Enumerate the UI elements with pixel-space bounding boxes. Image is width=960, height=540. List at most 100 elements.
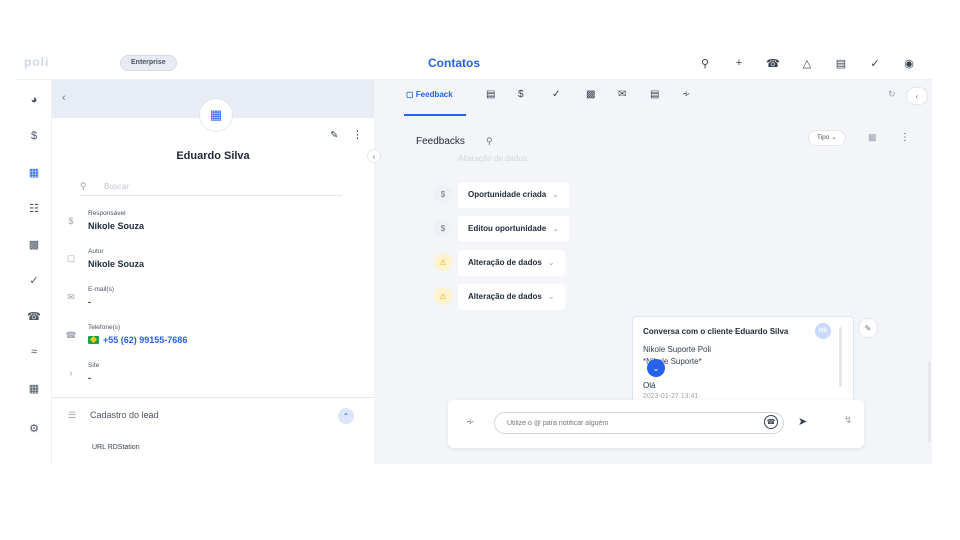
edit-box-icon: ☐ — [66, 254, 76, 264]
lightning-icon[interactable]: ↯ — [844, 415, 852, 426]
phone-icon[interactable]: ☎ — [16, 306, 52, 326]
contact-search[interactable]: ⚲ Buscar — [80, 178, 342, 196]
refresh-icon[interactable]: ↻ — [888, 89, 896, 100]
dollar-icon: $ — [434, 185, 452, 203]
scroll-down-button[interactable]: ⌄ — [647, 359, 665, 377]
chevron-down-icon: ⌄ — [552, 224, 559, 233]
dollar-icon: $ — [434, 219, 452, 237]
pie-chart-icon[interactable]: ◕ — [16, 90, 52, 110]
chevron-down-icon: ⌄ — [552, 190, 559, 199]
field-label: Telefone(s) — [88, 324, 121, 331]
field-telefone: ☎ Telefone(s) +55 (62) 99155-7686 — [64, 322, 344, 356]
note-icon[interactable]: ✎ — [858, 318, 878, 338]
message-text: Olá — [643, 381, 656, 390]
list-icon: ☰ — [68, 410, 77, 420]
field-site: › Site - — [64, 360, 344, 394]
field-label: Autor — [88, 248, 104, 255]
contact-name: Eduardo Silva — [176, 150, 250, 162]
field-value: - — [88, 373, 91, 383]
lead-field-label: URL RDStation — [92, 444, 140, 451]
gear-icon[interactable]: ⚙ — [16, 418, 52, 438]
calendar-icon[interactable]: ▩ — [16, 234, 52, 254]
brazil-flag-icon — [88, 336, 99, 344]
chevron-down-icon: ⌄ — [547, 258, 555, 267]
clipboard-icon[interactable]: ▤ — [650, 89, 659, 100]
bell-icon[interactable]: △ — [790, 53, 824, 73]
phone-icon: ☎ — [65, 330, 77, 340]
expand-panel-button[interactable]: ‹ — [906, 87, 928, 105]
search-icon[interactable]: ⚲ — [486, 136, 493, 147]
back-chevron-icon[interactable]: ‹ — [62, 92, 66, 104]
tab-label: Feedback — [415, 90, 453, 99]
kanban-icon[interactable]: ☷ — [16, 198, 52, 218]
faded-event: Alteração de dados — [458, 154, 527, 163]
more-vertical-icon[interactable]: ⋮ — [352, 128, 363, 141]
attachment-icon[interactable]: ∻ — [682, 89, 690, 100]
check-circle-icon[interactable]: ✓ — [16, 270, 52, 290]
phone-icon[interactable]: ☎ — [756, 53, 790, 73]
message-timestamp: 2023-01-27 13:41 — [643, 393, 699, 400]
page-title: Contatos — [428, 56, 480, 70]
message-composer: ∻ ☎ ➤ ↯ — [448, 400, 864, 448]
conversation-scrollbar[interactable] — [839, 327, 842, 387]
phone-link[interactable]: +55 (62) 99155-7686 — [88, 335, 187, 345]
chart-icon[interactable]: ≈ — [16, 342, 52, 362]
field-label: Responsável — [88, 210, 126, 217]
message-input[interactable] — [494, 412, 784, 434]
edit-icon[interactable]: ✎ — [330, 130, 338, 141]
card-icon[interactable]: ▤ — [486, 89, 495, 100]
more-vertical-icon[interactable]: ⋮ — [900, 132, 910, 143]
plan-badge: Enterprise — [120, 55, 177, 71]
field-value: Nikole Souza — [88, 259, 145, 269]
tab-active-indicator — [404, 114, 466, 116]
lead-section-toggle[interactable]: ⌃ — [338, 408, 354, 424]
building-icon: ▦ — [209, 107, 223, 122]
building-icon[interactable]: ▦ — [16, 162, 52, 182]
field-autor: ☐ Autor Nikole Souza — [64, 246, 344, 280]
conversation-card[interactable]: Conversa com o cliente Eduardo Silva NS … — [632, 316, 854, 404]
company-avatar: ▦ — [199, 98, 233, 132]
whatsapp-icon[interactable]: ☎ — [764, 415, 778, 429]
logo: poli — [24, 55, 50, 69]
field-value: - — [88, 297, 91, 307]
calendar-icon[interactable]: ▩ — [868, 132, 877, 143]
check-circle-icon[interactable]: ✓ — [858, 53, 892, 73]
inbox-icon[interactable]: ▤ — [824, 53, 858, 73]
avatar: NS — [815, 323, 831, 339]
field-value: Nikole Souza — [88, 221, 145, 231]
detail-tabs: ▢ Feedback ▤ $ ✓ ▩ ✉ ▤ ∻ — [396, 80, 932, 116]
send-icon[interactable]: ➤ — [798, 415, 807, 428]
app-window: poli Enterprise Contatos ⚲ + ☎ △ ▤ ✓ ◉ ◕… — [16, 46, 932, 464]
mail-icon: ✉ — [67, 292, 75, 302]
field-label: Site — [88, 362, 100, 369]
widgets-icon[interactable]: ▦ — [16, 378, 52, 398]
event-label: Oportunidade criada ⌄ — [458, 182, 569, 208]
dollar-icon: $ — [68, 216, 74, 226]
dollar-icon[interactable]: $ — [518, 89, 524, 100]
feed-title: Feedbacks — [416, 136, 465, 147]
mail-icon[interactable]: ✉ — [618, 89, 626, 100]
field-responsavel: $ Responsável Nikole Souza — [64, 208, 344, 242]
plus-icon[interactable]: + — [722, 53, 756, 73]
top-actions: ⚲ + ☎ △ ▤ ✓ ◉ — [688, 53, 926, 73]
calendar-icon[interactable]: ▩ — [586, 89, 595, 100]
feed-scrollbar[interactable] — [928, 362, 931, 442]
dollar-icon[interactable]: $ — [16, 126, 52, 146]
select-value: Tipo — [817, 134, 830, 141]
type-filter-select[interactable]: Tipo ⌄ — [808, 130, 846, 146]
divider — [52, 397, 374, 398]
warning-icon: ⚠ — [434, 253, 452, 271]
warning-icon: ⚠ — [434, 287, 452, 305]
event-label: Alteração de dados ⌄ — [458, 284, 565, 310]
field-email: ✉ E-mail(s) - — [64, 284, 344, 318]
account-icon[interactable]: ◉ — [892, 53, 926, 73]
search-icon[interactable]: ⚲ — [688, 53, 722, 73]
phone-number[interactable]: +55 (62) 99155-7686 — [103, 335, 187, 345]
tab-feedback[interactable]: ▢ Feedback — [406, 90, 453, 99]
attachment-icon[interactable]: ∻ — [466, 417, 474, 428]
event-label: Alteração de dados ⌄ — [458, 250, 565, 276]
check-circle-icon[interactable]: ✓ — [552, 89, 560, 100]
lead-section-title[interactable]: Cadastro do lead — [90, 410, 159, 420]
search-input[interactable]: Buscar — [104, 182, 129, 191]
top-bar: poli Enterprise Contatos ⚲ + ☎ △ ▤ ✓ ◉ — [16, 46, 932, 80]
